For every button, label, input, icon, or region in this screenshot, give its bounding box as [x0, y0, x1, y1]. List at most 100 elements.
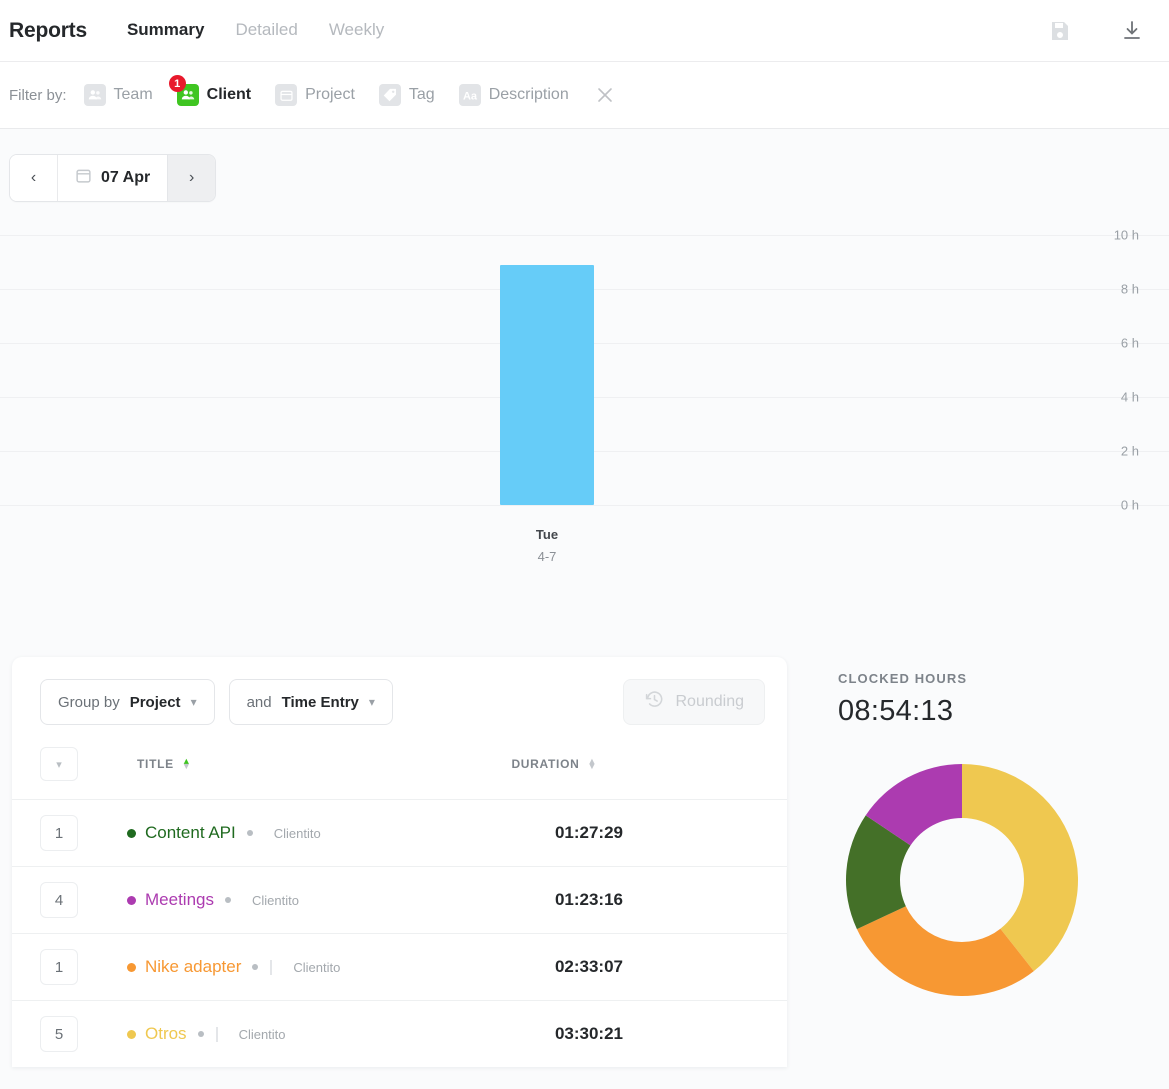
chart-x-tick-label: Tue 4-7	[487, 528, 607, 563]
filter-client-label: Client	[206, 86, 252, 103]
chart-y-tick-label: 4 h	[1120, 389, 1139, 405]
row-client-name: Clientito	[293, 959, 341, 975]
page-title: Reports	[9, 18, 87, 42]
group-by-prefix: Group by	[58, 693, 120, 711]
chart-x-date: 4-7	[537, 549, 557, 564]
row-project-name[interactable]: Otros	[145, 1024, 187, 1044]
column-header-duration[interactable]: DURATION ▲ ▼	[511, 757, 597, 772]
column-header-duration-label: DURATION	[511, 757, 580, 771]
table-row[interactable]: 4 Meetings Clientito 01:23:16	[12, 866, 787, 933]
filter-team[interactable]: Team	[83, 84, 153, 106]
row-project-name[interactable]: Content API	[145, 823, 236, 843]
row-project-name[interactable]: Nike adapter	[145, 957, 241, 977]
calendar-icon	[75, 167, 92, 189]
date-range-picker[interactable]: 07 Apr	[58, 155, 167, 201]
date-nav-wrap: ‹ 07 Apr ›	[0, 129, 1169, 202]
row-entry-count: 1	[40, 815, 78, 851]
clocked-hours-label: CLOCKED HOURS	[838, 671, 968, 686]
tab-detailed[interactable]: Detailed	[235, 20, 297, 42]
row-duration: 01:27:29	[554, 823, 623, 842]
group-by-value: Project	[129, 693, 181, 711]
chart-x-day: Tue	[535, 527, 559, 542]
row-client-name: Clientito	[238, 1026, 286, 1042]
row-client-name: Clientito	[273, 825, 321, 841]
project-icon	[275, 84, 298, 106]
filter-by-label: Filter by:	[9, 86, 67, 104]
filter-project-label: Project	[305, 86, 355, 103]
column-header-title[interactable]: TITLE ▲ ▼	[137, 757, 192, 772]
row-meta-dot	[252, 964, 259, 970]
row-duration: 03:30:21	[554, 1024, 623, 1043]
table-row[interactable]: 1 Nike adapter Clientito 02:33:07	[12, 933, 787, 1000]
chart-bar[interactable]	[500, 264, 594, 505]
project-color-dot	[127, 828, 136, 838]
header-actions	[1048, 0, 1144, 61]
row-project-name[interactable]: Meetings	[145, 890, 214, 910]
chart-y-tick-label: 8 h	[1120, 281, 1139, 297]
tag-icon	[378, 84, 401, 106]
filter-team-label: Team	[113, 86, 153, 103]
filter-description[interactable]: Aa Description	[458, 84, 569, 106]
filter-list: Team 1 Client Project Tag Aa Description	[83, 75, 569, 106]
row-meta-dot	[246, 830, 253, 836]
previous-period-button[interactable]: ‹	[10, 155, 58, 201]
row-entry-count: 1	[40, 949, 78, 985]
rounding-button[interactable]: Rounding	[622, 679, 765, 725]
clear-filters-icon[interactable]	[594, 84, 616, 106]
filter-tag-label: Tag	[408, 86, 435, 103]
subgroup-by-value: Time Entry	[281, 693, 359, 711]
filter-project[interactable]: Project	[275, 84, 355, 106]
date-range-label: 07 Apr	[101, 169, 151, 186]
filter-description-label: Description	[488, 86, 569, 103]
tab-weekly[interactable]: Weekly	[329, 20, 384, 42]
filter-bar: Filter by: Team 1 Client Project Tag Aa …	[0, 62, 1169, 129]
table-row[interactable]: 5 Otros Clientito 03:30:21	[12, 1000, 787, 1067]
rounding-label: Rounding	[675, 693, 745, 710]
next-period-button[interactable]: ›	[167, 155, 216, 201]
clocked-hours-donut-chart: Otros 03:30:21Nike adapter 02:33:07Conte…	[838, 756, 1086, 1009]
app-header: Reports Summary Detailed Weekly	[0, 0, 1169, 62]
table-row[interactable]: 1 Content API Clientito 01:27:29	[12, 799, 787, 866]
filter-tag[interactable]: Tag	[378, 84, 435, 106]
table-body: 1 Content API Clientito 01:27:29 4 Meetings Cl…	[12, 799, 787, 1067]
row-title-cell: Meetings Clientito	[127, 890, 299, 910]
chevron-down-icon: ▾	[368, 695, 375, 709]
clock-rewind-icon	[644, 689, 665, 715]
clocked-hours-summary: CLOCKED HOURS 08:54:13 Otros 03:30:21Nik…	[838, 657, 1086, 1009]
row-duration: 01:23:16	[554, 890, 623, 909]
group-by-select[interactable]: Group by Project ▾	[40, 679, 215, 725]
chevron-down-icon: ▾	[190, 695, 197, 709]
row-duration: 02:33:07	[554, 957, 623, 976]
save-report-icon[interactable]	[1048, 19, 1072, 43]
svg-text:Aa: Aa	[463, 91, 478, 103]
filter-client[interactable]: 1 Client	[168, 75, 252, 106]
hours-bar-chart: 0 h 2 h 4 h 6 h 8 h 10 h Tue 4-7	[0, 222, 1169, 582]
sort-duration-icon[interactable]: ▲ ▼	[587, 757, 597, 771]
chart-y-tick-label: 10 h	[1113, 227, 1139, 243]
expand-all-toggle[interactable]: ▾	[40, 747, 78, 781]
sort-title-icon[interactable]: ▲ ▼	[182, 757, 192, 771]
table-controls: Group by Project ▾ and Time Entry ▾ Roun…	[12, 657, 787, 725]
subgroup-by-select[interactable]: and Time Entry ▾	[228, 679, 393, 725]
report-bottom: Group by Project ▾ and Time Entry ▾ Roun…	[0, 657, 1169, 1067]
team-icon	[83, 84, 106, 106]
download-report-icon[interactable]	[1120, 19, 1144, 43]
project-color-dot	[127, 1029, 136, 1039]
clocked-hours-total: 08:54:13	[838, 695, 954, 727]
row-title-cell: Content API Clientito	[127, 823, 321, 843]
filter-client-badge: 1	[168, 75, 186, 92]
row-entry-count: 5	[40, 1016, 78, 1052]
project-color-dot	[127, 962, 136, 972]
description-icon: Aa	[458, 84, 481, 106]
row-separator	[270, 959, 273, 975]
row-title-cell: Otros Clientito	[127, 1024, 286, 1044]
row-title-cell: Nike adapter Clientito	[127, 957, 340, 977]
donut-segment[interactable]: Nike adapter 02:33:07	[856, 906, 1034, 996]
tab-summary[interactable]: Summary	[127, 20, 204, 42]
chart-y-tick-label: 2 h	[1120, 443, 1139, 459]
row-separator	[215, 1026, 218, 1042]
chart-gridline	[0, 505, 1169, 506]
subgroup-by-prefix: and	[246, 693, 272, 711]
table-header-row: ▾ TITLE ▲ ▼ DURATION ▲ ▼	[12, 725, 787, 799]
row-meta-dot	[224, 897, 231, 903]
